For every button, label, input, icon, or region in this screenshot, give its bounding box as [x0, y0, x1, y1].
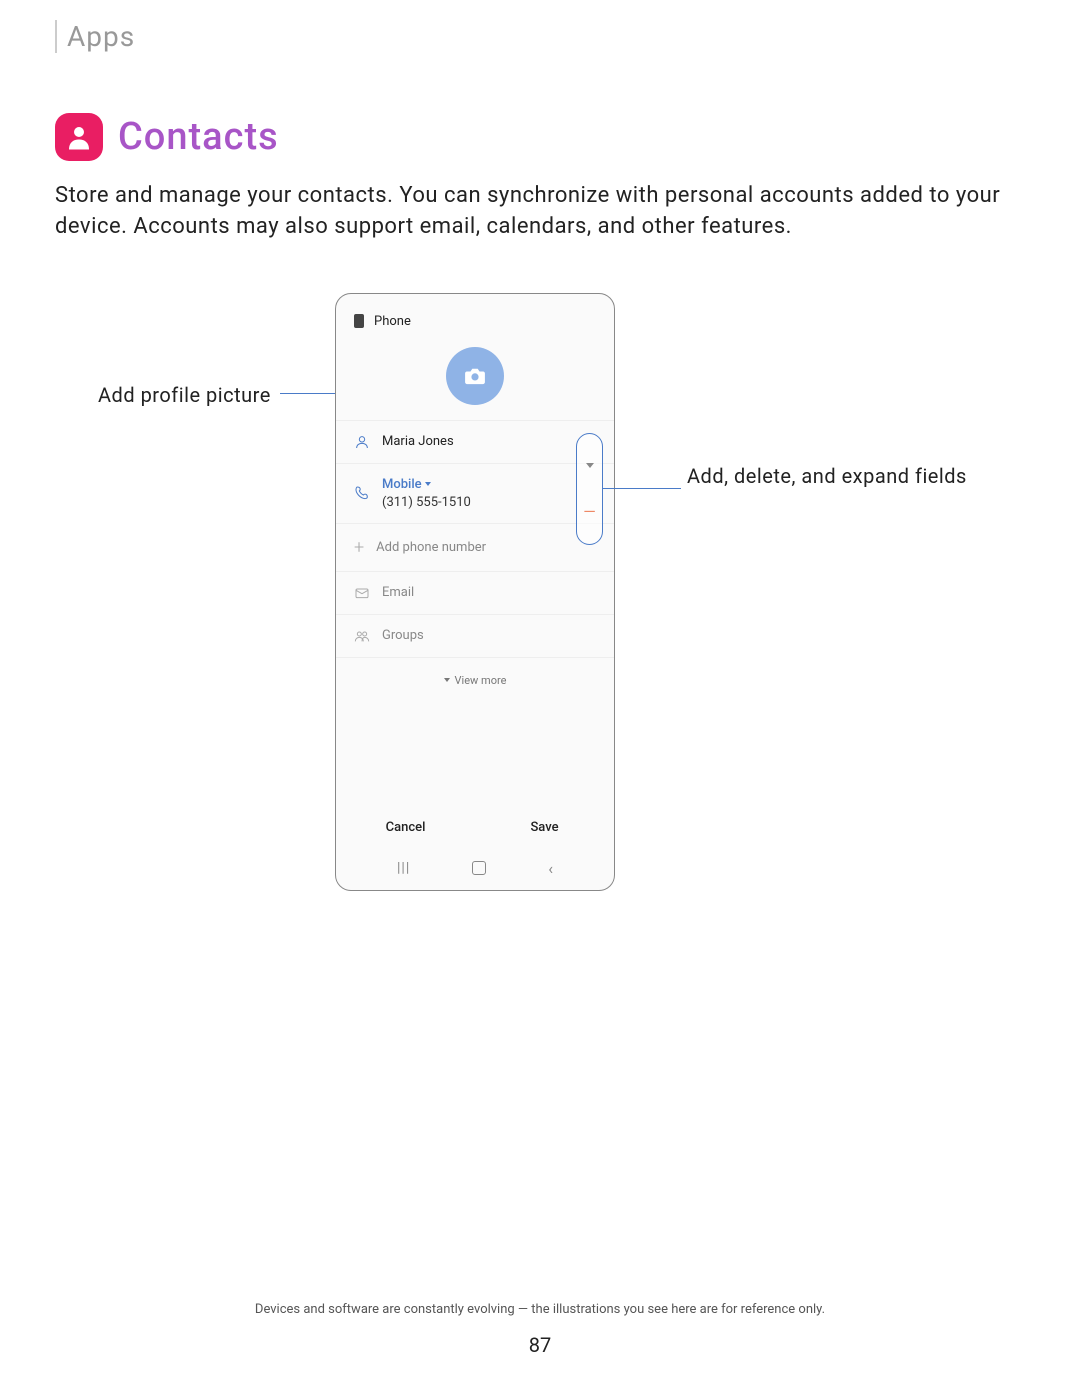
view-more-button[interactable]: View more [336, 657, 614, 703]
description-text: Store and manage your contacts. You can … [55, 181, 1025, 243]
recents-nav-icon[interactable]: ||| [397, 860, 410, 876]
email-icon [354, 585, 370, 601]
plus-icon: + [354, 537, 364, 558]
phone-type-dropdown[interactable]: Mobile [382, 477, 596, 492]
home-nav-icon[interactable] [472, 861, 486, 875]
phone-icon [354, 485, 370, 501]
chevron-down-icon [444, 678, 450, 682]
contacts-app-icon [55, 113, 103, 161]
person-icon [354, 434, 370, 450]
field-controls-highlight: — [576, 433, 603, 545]
delete-field-icon[interactable]: — [583, 502, 596, 521]
add-phone-label: Add phone number [376, 540, 596, 555]
add-profile-picture-button[interactable] [446, 347, 504, 405]
footnote: Devices and software are constantly evol… [0, 1302, 1080, 1317]
phone-field[interactable]: Mobile (311) 555-1510 [336, 463, 614, 523]
groups-label: Groups [382, 628, 596, 643]
camera-icon [464, 367, 486, 385]
figure: Add profile picture Phone Maria Jones [55, 293, 1025, 933]
phone-number-value: (311) 555-1510 [382, 495, 596, 510]
callout-field-controls: Add, delete, and expand fields [687, 463, 967, 489]
email-label: Email [382, 585, 596, 600]
page-title: Contacts [118, 115, 279, 159]
leader-line-right [603, 488, 681, 489]
storage-row: Phone [336, 294, 614, 339]
back-nav-icon[interactable]: ‹ [548, 859, 553, 878]
groups-field[interactable]: Groups [336, 614, 614, 657]
name-value: Maria Jones [382, 434, 596, 449]
name-field[interactable]: Maria Jones [336, 420, 614, 463]
save-button[interactable]: Save [475, 820, 614, 835]
android-nav-bar: ||| ‹ [336, 849, 614, 890]
add-phone-row[interactable]: + Add phone number [336, 523, 614, 571]
expand-field-icon[interactable] [586, 456, 594, 472]
email-field[interactable]: Email [336, 571, 614, 614]
phone-mockup: Phone Maria Jones Mobile [335, 293, 615, 891]
storage-label: Phone [374, 314, 411, 329]
cancel-button[interactable]: Cancel [336, 820, 475, 835]
callout-add-profile-picture: Add profile picture [98, 383, 271, 407]
page-number: 87 [0, 1333, 1080, 1357]
section-header: Apps [55, 20, 1025, 53]
phone-storage-icon [354, 314, 364, 328]
title-row: Contacts [55, 113, 1025, 161]
chevron-down-icon [425, 482, 431, 486]
groups-icon [354, 628, 370, 644]
